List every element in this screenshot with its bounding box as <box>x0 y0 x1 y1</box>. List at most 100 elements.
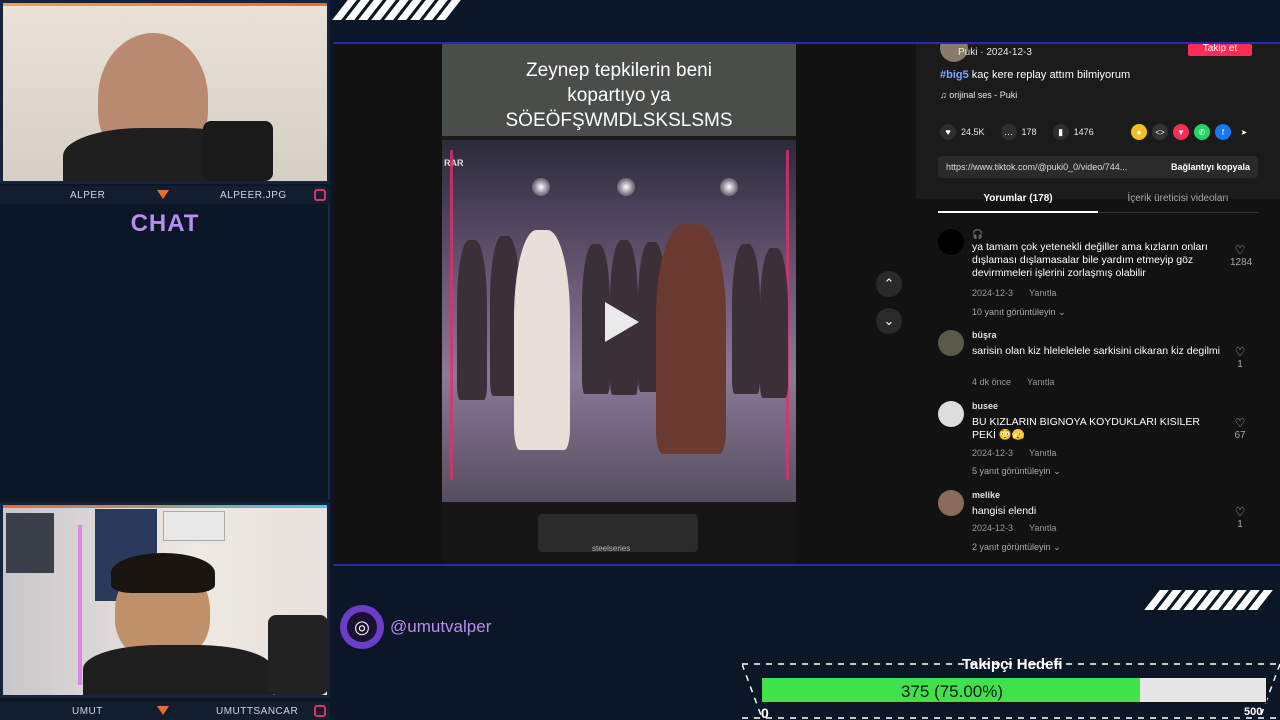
post-stats: ♥ 24.5K … 178 ▮ 1476 <box>940 124 1102 140</box>
comments-sidebar: Puki · 2024-12-3 Takip et #big5 kaç kere… <box>916 44 1280 564</box>
comment-like[interactable]: ♡ 1 <box>1230 505 1250 530</box>
webcam-top <box>0 0 330 184</box>
facebook-icon[interactable]: f <box>1215 124 1231 140</box>
music-note-icon: ♫ <box>940 90 947 100</box>
comment-meta: 2024-12-3 Yanıtla <box>972 523 1072 533</box>
reply-button[interactable]: Yanıtla <box>1027 377 1054 387</box>
comment-user[interactable]: 🎧 <box>972 229 983 240</box>
hashtag-link[interactable]: #big5 <box>940 69 969 81</box>
whatsapp-icon[interactable]: ✆ <box>1194 124 1210 140</box>
tab-comments[interactable]: Yorumlar (178) <box>938 193 1098 213</box>
video-caption: Zeynep tepkilerin beni kopartıyo ya SÖEÖ… <box>442 58 796 133</box>
avatar[interactable] <box>938 229 964 255</box>
copy-link-button[interactable]: Bağlantıyı kopyala <box>1171 162 1250 172</box>
heart-icon: ♡ <box>1234 416 1246 430</box>
caption-line: kopartıyo ya <box>567 85 671 106</box>
top-stripes <box>332 0 461 20</box>
comment-date: 4 dk önce <box>972 377 1012 387</box>
heart-icon: ♡ <box>1234 505 1246 519</box>
comment-meta: 2024-12-3 Yanıtla <box>972 288 1072 298</box>
heart-icon: ♥ <box>940 124 956 140</box>
keyboard-label: steelseries <box>592 544 631 553</box>
triangle-icon <box>157 706 169 715</box>
embed-icon[interactable]: <> <box>1152 124 1168 140</box>
comment-date: 2024-12-3 <box>972 448 1014 458</box>
instagram-icon <box>314 189 326 201</box>
triangle-icon <box>157 190 169 199</box>
send-icon[interactable]: ▼ <box>1173 124 1189 140</box>
music-text: orijinal ses - Puki <box>949 90 1018 100</box>
comment-text: ya tamam çok yetenekli değiller ama kızl… <box>972 241 1208 279</box>
caption-line: Zeynep tepkilerin beni <box>526 60 712 81</box>
comment-date: 2024-12-3 <box>972 523 1014 533</box>
browser-capture: Zeynep tepkilerin beni kopartıyo ya SÖEÖ… <box>333 42 1280 566</box>
video-player[interactable]: Zeynep tepkilerin beni kopartıyo ya SÖEÖ… <box>442 44 796 564</box>
play-icon[interactable] <box>605 302 639 342</box>
avatar[interactable] <box>938 490 964 516</box>
streamer-name: UMUT <box>72 705 103 717</box>
comment-user[interactable]: büşra <box>972 330 997 340</box>
goal-min: 0 <box>761 705 769 720</box>
streamer-handle: UMUTTSANCAR <box>216 705 299 717</box>
instagram-icon <box>314 705 326 717</box>
chat-panel: CHAT <box>0 204 330 500</box>
comment-text: hangisi elendi <box>972 505 1037 517</box>
comment-like[interactable]: ♡ 1 <box>1230 345 1250 370</box>
comment-icon: … <box>1000 124 1017 140</box>
tab-creator-videos[interactable]: İçerik üreticisi videoları <box>1098 193 1258 204</box>
globe-icon: ◎ <box>340 605 384 649</box>
social-handle: ◎ @umutvalper <box>340 605 491 649</box>
comment-item: busee BU KIZLARIN BIGNOYA KOYDUKLARI KIS… <box>938 401 1268 481</box>
comment-stat[interactable]: … 178 <box>1000 124 1037 140</box>
post-author[interactable]: Puki · 2024-12-3 <box>958 47 1032 58</box>
post-details: Puki · 2024-12-3 Takip et #big5 kaç kere… <box>916 44 1280 199</box>
reply-button[interactable]: Yanıtla <box>1029 523 1056 533</box>
comment-user[interactable]: melike <box>972 490 1000 500</box>
comment-text: BU KIZLARIN BIGNOYA KOYDUKLARI KISILER P… <box>972 416 1200 441</box>
friends-share-icon[interactable]: ● <box>1131 124 1147 140</box>
heart-icon: ♡ <box>1234 345 1246 359</box>
reply-button[interactable]: Yanıtla <box>1029 288 1056 298</box>
chat-title: CHAT <box>130 210 200 237</box>
view-replies-button[interactable]: 10 yanıt görüntüleyin ⌄ <box>972 307 1066 318</box>
view-replies-button[interactable]: 5 yanıt görüntüleyin ⌄ <box>972 466 1061 477</box>
corner-label: RAR <box>444 158 464 168</box>
like-stat[interactable]: ♥ 24.5K <box>940 124 985 140</box>
follow-button[interactable]: Takip et <box>1188 44 1252 56</box>
goal-title: Takipçi Hedefi <box>962 656 1063 673</box>
comment-user[interactable]: busee <box>972 401 998 411</box>
comment-meta: 2024-12-3 Yanıtla <box>972 448 1072 458</box>
nameplate-top: ALPER ALPEER.JPG <box>0 186 330 204</box>
bottom-stripes <box>1144 590 1273 610</box>
goal-max: 500 <box>1244 706 1263 718</box>
comment-date: 2024-12-3 <box>972 288 1014 298</box>
chevron-up-icon[interactable]: ⌃ <box>876 271 902 297</box>
share-icons: ● <> ▼ ✆ f ➤ <box>1131 124 1252 140</box>
comment-meta: 4 dk önce Yanıtla <box>972 377 1070 387</box>
save-stat[interactable]: ▮ 1476 <box>1052 124 1094 140</box>
caption-line: SÖEÖFŞWMDLSKSLSMS <box>505 110 733 131</box>
comment-text: sarisin olan kiz hlelelelele sarkisini c… <box>972 345 1221 357</box>
handle-text: @umutvalper <box>390 617 492 636</box>
goal-progress-text: 375 (75.00%) <box>900 682 1004 701</box>
chevron-down-icon[interactable]: ⌄ <box>876 308 902 334</box>
bookmark-icon: ▮ <box>1052 124 1069 140</box>
heart-icon: ♡ <box>1234 243 1246 257</box>
share-arrow-icon[interactable]: ➤ <box>1236 124 1252 140</box>
streamer-handle: ALPEER.JPG <box>220 189 287 201</box>
video-bottom: steelseries <box>442 502 796 564</box>
webcam-bottom <box>0 502 330 698</box>
comment-tabs: Yorumlar (178) İçerik üreticisi videolar… <box>938 191 1258 213</box>
music-line[interactable]: ♫ orijinal ses - Puki <box>940 90 1017 100</box>
view-replies-button[interactable]: 2 yanıt görüntüleyin ⌄ <box>972 542 1061 553</box>
comment-like[interactable]: ♡ 1284 <box>1230 243 1252 268</box>
comment-item: melike hangisi elendi 2024-12-3 Yanıtla 2… <box>938 490 1268 560</box>
comment-like[interactable]: ♡ 67 <box>1230 416 1250 441</box>
reply-button[interactable]: Yanıtla <box>1029 448 1056 458</box>
avatar[interactable] <box>938 330 964 356</box>
avatar[interactable] <box>938 401 964 427</box>
comment-item: 🎧 ya tamam çok yetenekli değiller ama kı… <box>938 229 1268 319</box>
link-box: https://www.tiktok.com/@puki0_0/video/74… <box>938 156 1258 178</box>
post-description: #big5 kaç kere replay attım bilmiyorum <box>940 69 1130 81</box>
video-url[interactable]: https://www.tiktok.com/@puki0_0/video/74… <box>946 162 1127 172</box>
